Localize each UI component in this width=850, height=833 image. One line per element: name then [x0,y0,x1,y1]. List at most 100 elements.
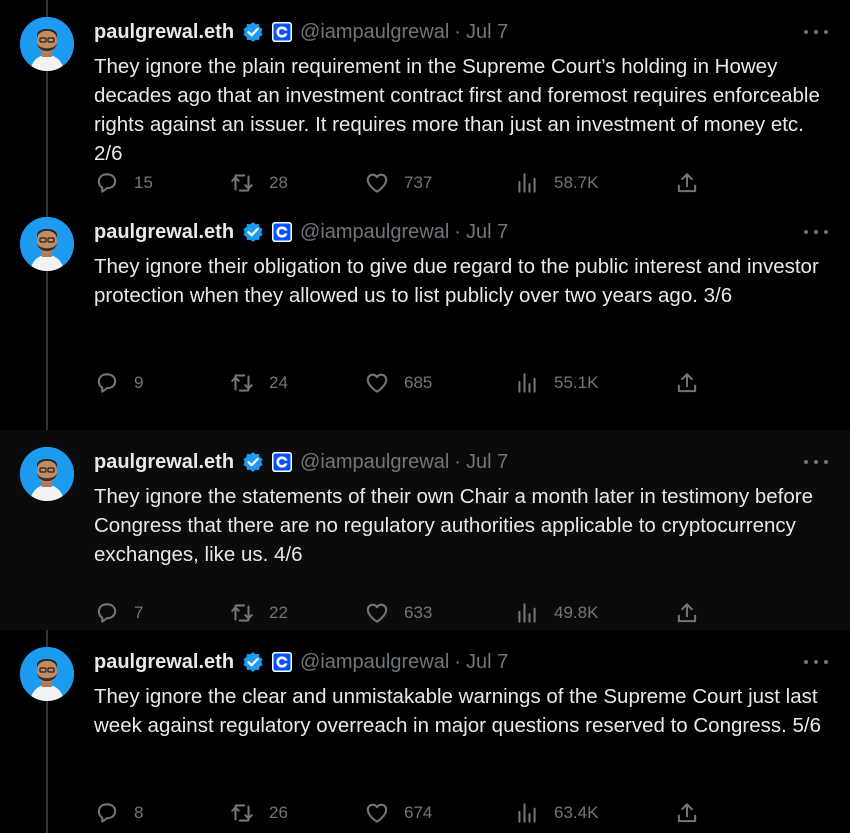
reply-icon [97,603,117,623]
tweet-text: They ignore their obligation to give due… [94,255,819,307]
like-button[interactable]: 685 [364,370,432,396]
tweet-actions: 8 26 674 63.4K [94,800,714,826]
coinbase-affiliate-badge-icon[interactable] [272,652,293,672]
verified-badge-icon [242,221,264,243]
user-handle[interactable]: @iampaulgrewal [300,221,449,244]
tweet-actions: 9 24 685 55.1K [94,370,714,396]
retweet-button[interactable]: 22 [229,600,288,626]
more-options-icon[interactable] [804,656,828,668]
retweet-button[interactable]: 26 [229,800,288,826]
user-handle[interactable]: @iampaulgrewal [300,21,449,44]
reply-count: 7 [134,603,144,622]
tweet[interactable]: paulgrewal.eth @iampaulgrewal · Jul 7 Th… [0,430,850,630]
like-button[interactable]: 737 [364,170,432,196]
tweet[interactable]: paulgrewal.eth @iampaulgrewal · Jul 7 Th… [0,200,850,400]
analytics-icon [518,173,536,193]
like-count: 737 [404,173,433,192]
display-name[interactable]: paulgrewal.eth [94,221,234,244]
analytics-icon [518,603,536,623]
tweet-text: They ignore the statements of their own … [94,485,814,566]
coinbase-affiliate-badge-icon[interactable] [272,452,293,472]
retweet-icon [231,174,253,192]
reply-button[interactable]: 15 [94,170,153,196]
share-icon [677,173,697,193]
tweet-text: They ignore the clear and unmistakable w… [94,685,821,737]
like-count: 685 [404,373,433,392]
views-button[interactable]: 49.8K [514,600,598,626]
share-icon [677,603,697,623]
avatar-illustration [20,17,74,71]
reply-count: 15 [134,173,153,192]
tweet-header: paulgrewal.eth @iampaulgrewal · Jul 7 [94,17,508,47]
verified-badge-icon [242,651,264,673]
reply-icon [97,373,117,393]
retweet-count: 22 [269,603,288,622]
avatar[interactable] [20,17,74,71]
heart-icon [366,173,388,193]
like-count: 674 [404,803,433,822]
view-count: 58.7K [554,173,599,192]
coinbase-affiliate-badge-icon[interactable] [272,22,293,42]
tweet-text: They ignore the plain requirement in the… [94,55,820,165]
verified-badge-icon [242,21,264,43]
tweet-actions: 7 22 633 49.8K [94,600,714,626]
separator-dot: · [454,220,461,243]
reply-icon [97,173,117,193]
coinbase-affiliate-badge-icon[interactable] [272,222,293,242]
retweet-count: 28 [269,173,288,192]
share-icon [677,373,697,393]
more-options-icon[interactable] [804,456,828,468]
view-count: 63.4K [554,803,599,822]
like-button[interactable]: 674 [364,800,432,826]
more-options-icon[interactable] [804,26,828,38]
share-button[interactable] [674,600,714,626]
tweet-header: paulgrewal.eth @iampaulgrewal · Jul 7 [94,217,508,247]
reply-button[interactable]: 9 [94,370,143,396]
like-count: 633 [404,603,433,622]
avatar[interactable] [20,647,74,701]
share-button[interactable] [674,800,714,826]
heart-icon [366,803,388,823]
retweet-button[interactable]: 28 [229,170,288,196]
tweet[interactable]: paulgrewal.eth @iampaulgrewal · Jul 7 Th… [0,0,850,200]
display-name[interactable]: paulgrewal.eth [94,451,234,474]
views-button[interactable]: 63.4K [514,800,598,826]
display-name[interactable]: paulgrewal.eth [94,651,234,674]
separator-dot: · [454,450,461,473]
user-handle[interactable]: @iampaulgrewal [300,451,449,474]
like-button[interactable]: 633 [364,600,432,626]
timestamp[interactable]: Jul 7 [466,651,508,674]
avatar-illustration [20,217,74,271]
view-count: 55.1K [554,373,599,392]
timestamp[interactable]: Jul 7 [466,21,508,44]
verified-badge-icon [242,451,264,473]
avatar[interactable] [20,447,74,501]
tweet-header: paulgrewal.eth @iampaulgrewal · Jul 7 [94,447,508,477]
reply-count: 9 [134,373,144,392]
timestamp[interactable]: Jul 7 [466,221,508,244]
view-count: 49.8K [554,603,599,622]
reply-count: 8 [134,803,144,822]
more-options-icon[interactable] [804,226,828,238]
retweet-icon [231,374,253,392]
separator-dot: · [454,650,461,673]
avatar-illustration [20,447,74,501]
user-handle[interactable]: @iampaulgrewal [300,651,449,674]
retweet-icon [231,604,253,622]
reply-button[interactable]: 8 [94,800,143,826]
share-button[interactable] [674,370,714,396]
retweet-count: 24 [269,373,288,392]
heart-icon [366,373,388,393]
retweet-button[interactable]: 24 [229,370,288,396]
retweet-icon [231,804,253,822]
views-button[interactable]: 55.1K [514,370,598,396]
reply-icon [97,803,117,823]
tweet[interactable]: paulgrewal.eth @iampaulgrewal · Jul 7 Th… [0,630,850,830]
display-name[interactable]: paulgrewal.eth [94,21,234,44]
views-button[interactable]: 58.7K [514,170,598,196]
share-button[interactable] [674,170,714,196]
heart-icon [366,603,388,623]
reply-button[interactable]: 7 [94,600,143,626]
timestamp[interactable]: Jul 7 [466,451,508,474]
avatar[interactable] [20,217,74,271]
